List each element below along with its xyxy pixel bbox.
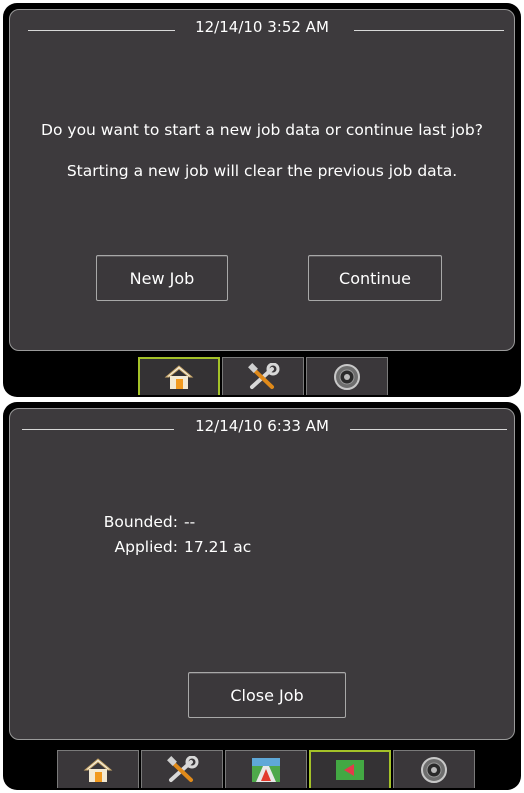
tab-tools[interactable] bbox=[141, 750, 223, 788]
header-rule-right bbox=[354, 30, 504, 31]
dialog-warning: Starting a new job will clear the previo… bbox=[66, 162, 458, 180]
new-job-button[interactable]: New Job bbox=[96, 255, 228, 301]
tab-tools[interactable] bbox=[222, 357, 304, 395]
applied-row: Applied: 17.21 ac bbox=[88, 538, 252, 556]
bounded-value: -- bbox=[184, 513, 196, 531]
new-job-panel: 12/14/10 3:52 AM Do you want to start a … bbox=[9, 9, 515, 351]
applied-value: 17.21 ac bbox=[184, 538, 252, 556]
header: 12/14/10 3:52 AM bbox=[10, 10, 514, 48]
tab-gauge[interactable] bbox=[393, 750, 475, 788]
header-datetime: 12/14/10 3:52 AM bbox=[195, 18, 329, 36]
close-job-button[interactable]: Close Job bbox=[188, 672, 346, 718]
header-datetime: 12/14/10 6:33 AM bbox=[195, 417, 329, 435]
header-rule-right bbox=[350, 429, 507, 430]
tools-icon bbox=[246, 362, 280, 391]
gauge-icon bbox=[332, 363, 362, 391]
home-icon bbox=[164, 364, 194, 390]
tab-field-map[interactable] bbox=[309, 750, 391, 788]
dialog-question: Do you want to start a new job data or c… bbox=[41, 121, 483, 139]
applied-label: Applied: bbox=[114, 538, 179, 556]
bounded-row: Bounded: -- bbox=[88, 513, 195, 531]
bottom-tab-bar bbox=[3, 357, 521, 397]
tab-home[interactable] bbox=[57, 750, 139, 788]
guidance-icon bbox=[250, 756, 282, 784]
home-icon bbox=[83, 757, 113, 783]
bottom-tab-bar bbox=[3, 750, 521, 790]
continue-button[interactable]: Continue bbox=[308, 255, 442, 301]
header: 12/14/10 6:33 AM bbox=[10, 409, 514, 447]
tab-guidance[interactable] bbox=[225, 750, 307, 788]
field-map-icon bbox=[334, 757, 366, 783]
new-job-screen: 12/14/10 3:52 AM Do you want to start a … bbox=[3, 3, 521, 397]
close-job-screen: 12/14/10 6:33 AM Bounded: -- Applied: 17.2… bbox=[3, 402, 521, 790]
tab-gauge[interactable] bbox=[306, 357, 388, 395]
tools-icon bbox=[165, 755, 199, 784]
tab-home[interactable] bbox=[138, 357, 220, 395]
gauge-icon bbox=[419, 756, 449, 784]
close-job-panel: 12/14/10 6:33 AM Bounded: -- Applied: 17.2… bbox=[9, 408, 515, 740]
bounded-label: Bounded: bbox=[103, 513, 178, 531]
